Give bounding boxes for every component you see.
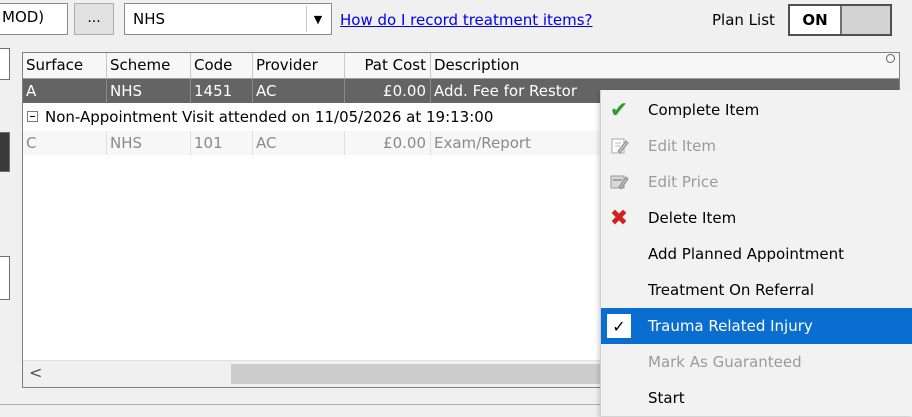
mod-field[interactable]: MOD) xyxy=(0,3,68,35)
column-header-scheme[interactable]: Scheme xyxy=(107,53,191,78)
cell-scheme: NHS xyxy=(107,79,191,103)
grid-header: Surface Scheme Code Provider Pat Cost De… xyxy=(23,53,899,79)
menu-item-label: Start xyxy=(648,389,685,407)
edit-price-icon xyxy=(609,172,629,192)
checkmark-icon: ✓ xyxy=(607,314,631,338)
toolbar: MOD) ... NHS ▼ How do I record treatment… xyxy=(0,0,912,42)
browse-button[interactable]: ... xyxy=(74,3,114,35)
plan-list-label: Plan List xyxy=(712,11,775,29)
cell-provider: AC xyxy=(253,131,345,155)
scheme-select[interactable]: NHS ▼ xyxy=(124,3,332,35)
left-panel-fragment xyxy=(0,132,10,172)
menu-item-label: Complete Item xyxy=(648,101,760,119)
cell-scheme: NHS xyxy=(107,131,191,155)
cell-pat-cost: £0.00 xyxy=(345,131,431,155)
cell-provider: AC xyxy=(253,79,345,103)
edit-pencil-icon xyxy=(609,136,629,156)
menu-item-edit-price[interactable]: Edit Price xyxy=(601,164,912,200)
green-check-icon: ✔ xyxy=(609,97,629,123)
left-panel-fragment xyxy=(0,48,10,80)
column-chooser-icon[interactable] xyxy=(886,54,895,63)
menu-item-mark-as-guaranteed[interactable]: Mark As Guaranteed xyxy=(601,344,912,380)
menu-item-label: Edit Item xyxy=(648,137,716,155)
menu-item-label: Add Planned Appointment xyxy=(648,245,845,263)
scrollbar-thumb[interactable] xyxy=(231,364,651,384)
toggle-on-label: ON xyxy=(790,6,840,34)
menu-item-start[interactable]: Start xyxy=(601,380,912,416)
column-header-code[interactable]: Code xyxy=(191,53,253,78)
left-panel-fragment xyxy=(0,256,10,300)
cell-code: 101 xyxy=(191,131,253,155)
cell-pat-cost: £0.00 xyxy=(345,79,431,103)
group-header-text: Non-Appointment Visit attended on 11/05/… xyxy=(45,108,494,126)
menu-item-edit-item[interactable]: Edit Item xyxy=(601,128,912,164)
chevron-down-icon[interactable]: ▼ xyxy=(306,6,329,32)
column-header-pat-cost[interactable]: Pat Cost xyxy=(345,53,431,78)
cell-surface: A xyxy=(23,79,107,103)
help-link[interactable]: How do I record treatment items? xyxy=(340,11,593,29)
column-header-description[interactable]: Description xyxy=(431,53,899,78)
toggle-off-segment[interactable] xyxy=(840,6,890,34)
red-x-icon: ✖ xyxy=(609,205,629,231)
cell-code: 1451 xyxy=(191,79,253,103)
menu-item-trauma-related-injury[interactable]: ✓ Trauma Related Injury xyxy=(601,308,912,344)
menu-item-label: Mark As Guaranteed xyxy=(648,353,802,371)
menu-item-label: Trauma Related Injury xyxy=(648,317,813,335)
scroll-left-icon[interactable]: < xyxy=(29,363,42,382)
menu-item-add-planned-appointment[interactable]: Add Planned Appointment xyxy=(601,236,912,272)
cell-surface: C xyxy=(23,131,107,155)
menu-item-label: Treatment On Referral xyxy=(648,281,815,299)
column-header-provider[interactable]: Provider xyxy=(253,53,345,78)
column-header-surface[interactable]: Surface xyxy=(23,53,107,78)
menu-item-complete-item[interactable]: ✔ Complete Item xyxy=(601,92,912,128)
plan-list-toggle[interactable]: ON xyxy=(788,4,892,36)
menu-item-delete-item[interactable]: ✖ Delete Item xyxy=(601,200,912,236)
scheme-value: NHS xyxy=(133,10,166,28)
menu-item-label: Delete Item xyxy=(648,209,737,227)
context-menu: ✔ Complete Item Edit Item Edit Price ✖ D… xyxy=(600,90,912,416)
menu-item-label: Edit Price xyxy=(648,173,719,191)
mod-text: MOD) xyxy=(2,8,45,26)
menu-item-treatment-on-referral[interactable]: Treatment On Referral xyxy=(601,272,912,308)
collapse-icon[interactable] xyxy=(27,111,38,122)
